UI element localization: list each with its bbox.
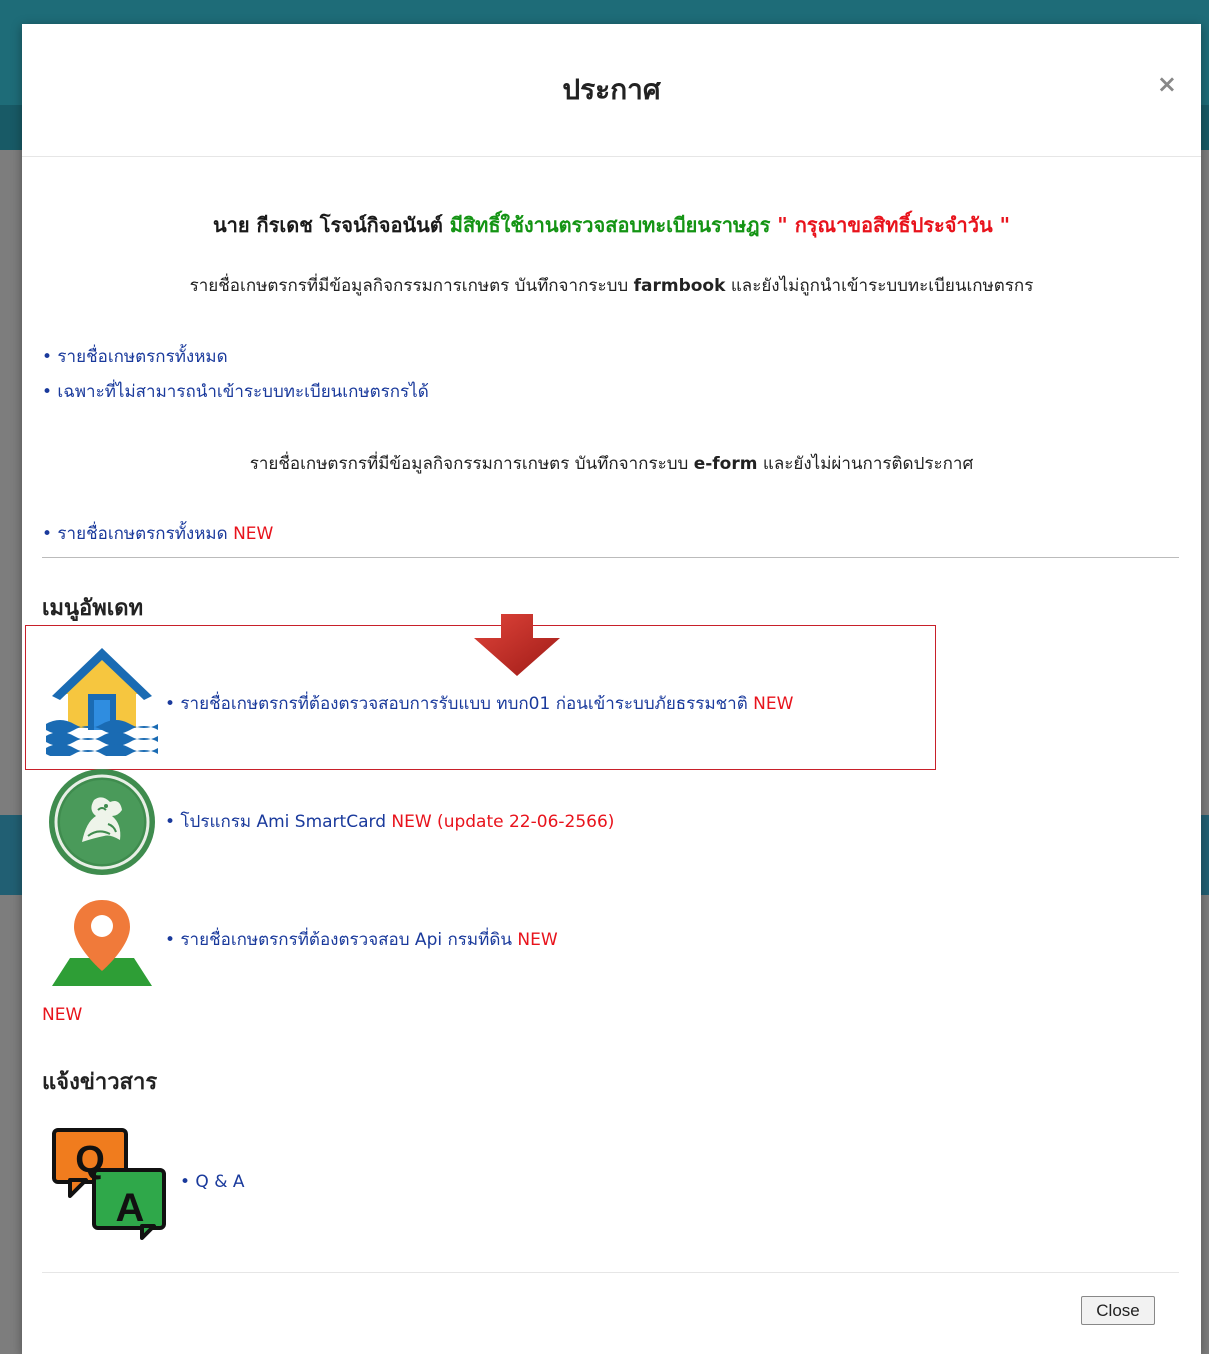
close-button[interactable]: Close — [1081, 1296, 1155, 1325]
arrow-down-icon — [474, 614, 560, 676]
news-title: แจ้งข่าวสาร — [42, 1070, 158, 1095]
new-badge: NEW — [42, 1005, 83, 1025]
user-name: นาย กีรเดช โรจน์กิจอนันต์ — [212, 213, 443, 237]
divider — [42, 557, 1179, 558]
update-item-tbk01-link[interactable]: • รายชื่อเกษตรกรที่ต้องตรวจสอบการรับแบบ … — [165, 690, 793, 717]
farmbook-all-farmers-link[interactable]: • รายชื่อเกษตรกรทั้งหมด — [42, 343, 228, 370]
farmbook-description: รายชื่อเกษตรกรที่มีข้อมูลกิจกรรมการเกษตร… — [189, 276, 1034, 296]
update-item-ami-smartcard-link[interactable]: • โปรแกรม Ami SmartCard NEW (update 22-0… — [165, 808, 614, 835]
modal-title: ประกาศ — [562, 73, 661, 106]
daily-request-text: " กรุณาขอสิทธิ์ประจำวัน " — [770, 213, 1011, 237]
map-pin-icon — [52, 900, 152, 986]
update-menu-title: เมนูอัพเดท — [42, 596, 144, 621]
svg-text:A: A — [116, 1186, 145, 1230]
eform-description: รายชื่อเกษตรกรที่มีข้อมูลกิจกรรมการเกษตร… — [249, 454, 974, 474]
announcement-modal: ประกาศ × นาย กีรเดช โรจน์กิจอนันต์ มีสิท… — [22, 24, 1201, 1354]
qa-icon: Q A — [52, 1128, 166, 1240]
eform-all-farmers-link[interactable]: • รายชื่อเกษตรกรทั้งหมด NEW — [42, 520, 273, 547]
update-item-land-api-link[interactable]: • รายชื่อเกษตรกรที่ต้องตรวจสอบ Api กรมที… — [165, 926, 558, 953]
permission-text: มีสิทธิ์ใช้งานตรวจสอบทะเบียนราษฎร — [442, 213, 771, 237]
farmbook-failed-import-link[interactable]: • เฉพาะที่ไม่สามารถนำเข้าระบบทะเบียนเกษต… — [42, 378, 429, 405]
svg-text:Q: Q — [75, 1139, 105, 1181]
qa-link[interactable]: • Q & A — [180, 1172, 245, 1192]
close-icon[interactable]: × — [1157, 72, 1177, 96]
footer-divider — [42, 1272, 1179, 1273]
user-permission-headline: นาย กีรเดช โรจน์กิจอนันต์ มีสิทธิ์ใช้งาน… — [22, 209, 1201, 241]
department-seal-icon — [49, 769, 155, 875]
modal-header: ประกาศ × — [22, 24, 1201, 157]
flood-house-icon — [46, 648, 158, 756]
